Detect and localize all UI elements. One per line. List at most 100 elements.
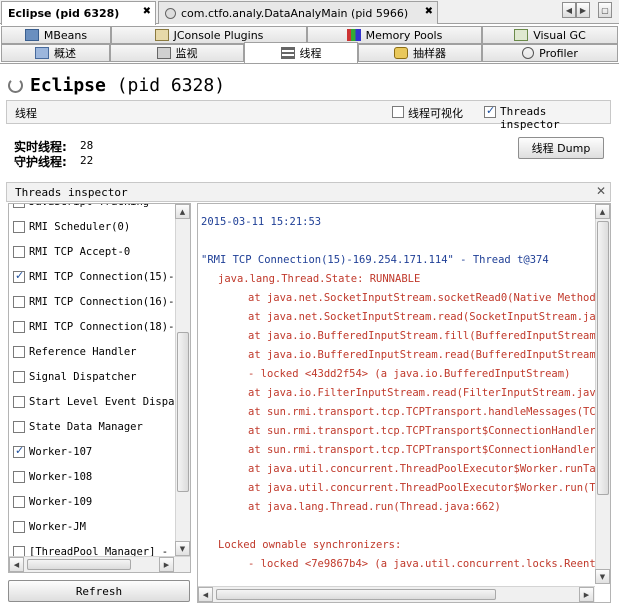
scroll-thumb[interactable] bbox=[597, 221, 609, 495]
thread-checkbox[interactable] bbox=[13, 296, 25, 308]
thread-checkbox[interactable] bbox=[13, 371, 25, 383]
close-icon[interactable]: ✖ bbox=[425, 6, 433, 17]
scroll-up-icon[interactable]: ▲ bbox=[595, 204, 610, 219]
tab-overview[interactable]: 概述 bbox=[1, 44, 110, 62]
thread-list-item[interactable]: Start Level Event Dispat bbox=[13, 392, 181, 412]
tab-visual-gc[interactable]: Visual GC bbox=[482, 26, 618, 44]
thread-checkbox[interactable] bbox=[13, 246, 25, 258]
thread-list-item[interactable]: Reference Handler bbox=[13, 342, 136, 362]
stack-frame: - locked <43dd2f54> (a java.io.BufferedI… bbox=[248, 368, 571, 380]
thread-checkbox[interactable] bbox=[13, 444, 25, 458]
doc-tab-label: Eclipse (pid 6328) bbox=[8, 7, 120, 20]
tab-label: Memory Pools bbox=[365, 28, 443, 42]
thread-name: Reference Handler bbox=[29, 346, 137, 358]
tab-sampler[interactable]: 抽样器 bbox=[358, 44, 482, 62]
scroll-thumb[interactable] bbox=[177, 332, 189, 492]
thread-checkbox[interactable] bbox=[13, 204, 25, 208]
scroll-right-icon[interactable]: ▶ bbox=[159, 557, 174, 572]
horizontal-scrollbar[interactable]: ◀ ▶ bbox=[198, 586, 595, 602]
tab-label: Visual GC bbox=[533, 28, 586, 42]
thread-name: State Data Manager bbox=[29, 421, 143, 433]
scroll-up-icon[interactable]: ▲ bbox=[175, 204, 190, 219]
close-icon[interactable]: ✖ bbox=[143, 6, 151, 17]
tab-threads[interactable]: 线程 bbox=[244, 42, 358, 63]
thread-name: Signal Dispatcher bbox=[29, 371, 137, 383]
tab-label: MBeans bbox=[43, 28, 88, 42]
locked-synchronizer-line: - locked <7e9867b4> (a java.util.concurr… bbox=[248, 558, 611, 570]
thread-name: Start Level Event Dispat bbox=[29, 396, 181, 408]
scroll-thumb[interactable] bbox=[216, 589, 496, 600]
doc-tab-label: com.ctfo.analy.DataAnalyMain (pid 5966) bbox=[181, 6, 409, 20]
section-title: 线程 bbox=[15, 107, 37, 120]
thread-name: RMI TCP Connection(18)-1 bbox=[29, 321, 181, 333]
visualize-checkbox[interactable] bbox=[392, 106, 404, 118]
thread-list-item[interactable]: State Data Manager bbox=[13, 417, 143, 437]
stack-frame: at java.io.BufferedInputStream.fill(Buff… bbox=[248, 330, 611, 342]
doc-tab-data-analy[interactable]: com.ctfo.analy.DataAnalyMain (pid 5966) … bbox=[158, 1, 438, 24]
scroll-left-icon[interactable]: ◀ bbox=[9, 557, 24, 572]
thread-list-item[interactable]: RMI TCP Connection(15)-1 bbox=[13, 267, 181, 287]
horizontal-scrollbar[interactable]: ◀ ▶ bbox=[9, 556, 190, 572]
thread-name: RMI Scheduler(0) bbox=[29, 221, 131, 233]
thread-checkbox[interactable] bbox=[13, 346, 25, 358]
refresh-button[interactable]: Refresh bbox=[8, 580, 190, 602]
scroll-thumb[interactable] bbox=[27, 559, 131, 570]
app-name: Eclipse bbox=[30, 75, 106, 96]
threads-section-header: 线程 线程可视化 Threads inspector bbox=[6, 100, 611, 131]
thread-checkbox[interactable] bbox=[13, 471, 25, 483]
thread-list-item[interactable]: Worker-108 bbox=[13, 467, 92, 487]
inspector-header: Threads inspector ✕ bbox=[6, 182, 611, 202]
thread-detail-pane: 2015-03-11 15:21:53 "RMI TCP Connection(… bbox=[197, 203, 611, 603]
thread-dump-button[interactable]: 线程 Dump bbox=[518, 137, 604, 159]
thread-name: Worker-108 bbox=[29, 471, 93, 483]
thread-list-item[interactable]: JavaScript Tracking bbox=[13, 204, 149, 212]
tab-label: 概述 bbox=[54, 47, 76, 60]
thread-list-item[interactable]: RMI Scheduler(0) bbox=[13, 217, 130, 237]
daemon-threads-label: 守护线程: bbox=[14, 155, 67, 169]
scroll-right-icon[interactable]: ▶ bbox=[576, 2, 590, 18]
thread-list-item[interactable]: RMI TCP Connection(16)-1 bbox=[13, 292, 181, 312]
thread-checkbox[interactable] bbox=[13, 421, 25, 433]
stack-frame: at java.net.SocketInputStream.read(Socke… bbox=[248, 311, 611, 323]
close-icon[interactable]: ✕ bbox=[596, 184, 606, 198]
app-icon bbox=[165, 7, 176, 19]
stack-frame: at java.lang.Thread.run(Thread.java:662) bbox=[248, 501, 501, 513]
overview-icon bbox=[35, 47, 49, 59]
stack-frame: at sun.rmi.transport.tcp.TCPTransport$Co… bbox=[248, 425, 611, 437]
scroll-down-icon[interactable]: ▼ bbox=[595, 569, 610, 584]
jconsole-icon bbox=[154, 29, 169, 41]
thread-checkbox[interactable] bbox=[13, 221, 25, 233]
tab-mbeans[interactable]: MBeans bbox=[1, 26, 111, 44]
doc-tab-eclipse[interactable]: Eclipse (pid 6328) ✖ bbox=[1, 1, 156, 25]
thread-list-item[interactable]: Worker-107 bbox=[13, 442, 92, 462]
tab-label: 监视 bbox=[175, 47, 198, 60]
inspector-label: Threads inspector bbox=[500, 105, 560, 131]
thread-name: RMI TCP Connection(15)-1 bbox=[29, 271, 181, 283]
thread-list-item[interactable]: RMI TCP Connection(18)-1 bbox=[13, 317, 181, 337]
restore-icon[interactable]: ▢ bbox=[598, 2, 612, 18]
thread-checkbox[interactable] bbox=[13, 396, 25, 408]
thread-checkbox[interactable] bbox=[13, 269, 25, 283]
scroll-left-icon[interactable]: ◀ bbox=[198, 587, 213, 602]
stack-frame: at java.util.concurrent.ThreadPoolExecut… bbox=[248, 463, 611, 475]
scroll-down-icon[interactable]: ▼ bbox=[175, 541, 190, 556]
profiler-icon bbox=[522, 47, 535, 59]
thread-checkbox[interactable] bbox=[13, 321, 25, 333]
mbeans-icon bbox=[24, 29, 39, 41]
vertical-scrollbar[interactable]: ▲ ▼ bbox=[175, 204, 190, 556]
thread-list-item[interactable]: Worker-JM bbox=[13, 517, 86, 537]
scroll-right-icon[interactable]: ▶ bbox=[579, 587, 594, 602]
thread-list-item[interactable]: Worker-109 bbox=[13, 492, 92, 512]
scroll-left-icon[interactable]: ◀ bbox=[562, 2, 576, 18]
thread-name: Worker-109 bbox=[29, 496, 93, 508]
thread-list-item[interactable]: Signal Dispatcher bbox=[13, 367, 136, 387]
vertical-scrollbar[interactable]: ▲ ▼ bbox=[595, 204, 610, 584]
thread-checkbox[interactable] bbox=[13, 521, 25, 533]
inspector-checkbox[interactable] bbox=[484, 104, 496, 118]
thread-list-item[interactable]: RMI TCP Accept-0 bbox=[13, 242, 130, 262]
tab-monitor[interactable]: 监视 bbox=[110, 44, 244, 62]
memory-icon bbox=[346, 29, 361, 41]
tab-profiler[interactable]: Profiler bbox=[482, 44, 618, 62]
thread-name: RMI TCP Accept-0 bbox=[29, 246, 131, 258]
thread-checkbox[interactable] bbox=[13, 496, 25, 508]
